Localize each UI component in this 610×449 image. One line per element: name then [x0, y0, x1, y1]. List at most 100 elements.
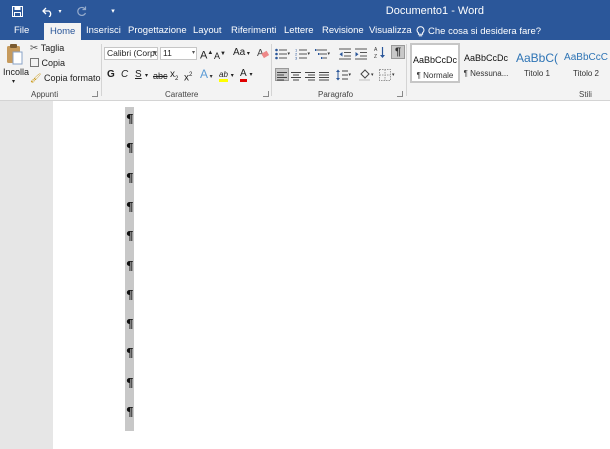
- format-painter-button[interactable]: 🖌 Copia formato: [30, 73, 100, 84]
- increase-indent-icon: [355, 48, 367, 60]
- scissors-icon: ✂: [30, 43, 39, 54]
- svg-text:▾: ▾: [371, 72, 374, 78]
- clear-formatting-button[interactable]: A: [257, 46, 270, 63]
- paste-button[interactable]: [6, 43, 23, 70]
- tab-revisione[interactable]: Revisione: [322, 22, 364, 40]
- copy-button[interactable]: Copia: [30, 58, 65, 68]
- tab-inserisci[interactable]: Inserisci: [86, 22, 121, 40]
- grow-font-button[interactable]: A▲: [200, 47, 213, 62]
- style-name: ¶ Normale: [416, 71, 454, 80]
- show-marks-button[interactable]: ¶: [391, 45, 405, 59]
- copy-icon: [30, 58, 39, 67]
- align-center-icon: [291, 72, 301, 81]
- tab-lettere[interactable]: Lettere: [284, 22, 314, 40]
- font-size-combo[interactable]: 11 ▾: [160, 47, 197, 60]
- paragraph-launcher-icon[interactable]: [397, 91, 403, 97]
- style-sample: AaBbCcC: [564, 52, 608, 63]
- highlight-button[interactable]: ab ▾: [219, 69, 234, 82]
- document-title: Documento1 - Word: [385, 5, 484, 17]
- paragraph-mark: ¶: [126, 258, 134, 273]
- shrink-font-button[interactable]: A▼: [214, 48, 226, 62]
- format-painter-icon: 🖌: [30, 73, 42, 83]
- tab-riferimenti[interactable]: Riferimenti: [231, 22, 276, 40]
- line-spacing-button[interactable]: ▾: [336, 68, 352, 86]
- tab-home[interactable]: Home: [44, 23, 82, 40]
- italic-button[interactable]: C: [121, 69, 128, 81]
- shading-button[interactable]: ▾: [359, 68, 375, 86]
- subscript-icon: 2: [175, 76, 179, 82]
- strikethrough-button[interactable]: abc: [153, 70, 168, 82]
- paragraph-group-label: Paragrafo: [318, 90, 354, 99]
- font-name-combo[interactable]: Calibri (Corpo ▾: [104, 47, 158, 60]
- font-name-value: Calibri (Corpo: [107, 48, 158, 58]
- highlight-label: ab: [219, 70, 228, 82]
- svg-text:A: A: [374, 47, 378, 53]
- document-page[interactable]: [53, 101, 610, 449]
- font-group-label: Carattere: [165, 90, 199, 99]
- change-case-label: Aa: [233, 47, 246, 58]
- clipboard-icon: [7, 44, 23, 65]
- style-heading-1[interactable]: AaBbC( Titolo 1: [512, 43, 562, 83]
- paragraph-mark: ¶: [126, 317, 134, 332]
- align-right-button[interactable]: [304, 69, 316, 87]
- superscript-icon: 2: [189, 72, 193, 78]
- align-left-button[interactable]: [275, 68, 289, 81]
- paragraph-mark: ¶: [126, 375, 134, 390]
- style-name: Titolo 2: [573, 69, 599, 78]
- tab-visualizza[interactable]: Visualizza: [369, 22, 412, 40]
- svg-text:Z: Z: [374, 54, 377, 59]
- style-heading-2[interactable]: AaBbCcC Titolo 2: [562, 43, 610, 83]
- justify-button[interactable]: [318, 69, 330, 87]
- style-name: Titolo 1: [524, 69, 550, 78]
- font-size-value: 11: [163, 48, 172, 58]
- paragraph-mark: ¶: [126, 229, 134, 244]
- numbering-button[interactable]: 1 2 3 ▾: [295, 47, 311, 65]
- bold-button[interactable]: G: [107, 69, 115, 81]
- bullets-button[interactable]: ▾: [275, 47, 291, 65]
- tab-file[interactable]: File: [14, 22, 29, 40]
- word-window: ▾ ▾ Documento1 - Word File Home Inserisc…: [0, 0, 610, 449]
- paragraph-mark: ¶: [126, 170, 134, 185]
- style-normal[interactable]: AaBbCcDc ¶ Normale: [410, 43, 460, 83]
- styles-gallery: AaBbCcDc ¶ Normale AaBbCcDc ¶ Nessuna...…: [410, 43, 610, 83]
- multilevel-list-button[interactable]: ▾: [315, 47, 331, 65]
- clear-formatting-icon: A: [257, 48, 270, 59]
- paint-bucket-icon: ▾: [359, 69, 374, 81]
- underline-button[interactable]: S: [135, 69, 142, 81]
- justify-icon: [319, 72, 329, 81]
- borders-button[interactable]: ▾: [379, 68, 397, 86]
- clipboard-launcher-icon[interactable]: [92, 91, 98, 97]
- copy-label: Copia: [41, 58, 66, 68]
- cut-button[interactable]: ✂ Taglia: [30, 43, 64, 54]
- paragraph-mark: ¶: [126, 346, 134, 361]
- font-color-button[interactable]: A ▾: [240, 68, 252, 82]
- style-no-spacing[interactable]: AaBbCcDc ¶ Nessuna...: [461, 43, 511, 83]
- increase-indent-button[interactable]: [355, 47, 367, 65]
- text-effects-button[interactable]: A ▾: [200, 68, 213, 83]
- multilevel-list-icon: ▾: [315, 49, 331, 59]
- highlight-dropdown-icon: ▾: [230, 73, 234, 79]
- underline-dropdown-icon[interactable]: ▾: [145, 70, 148, 82]
- change-case-button[interactable]: Aa ▾: [233, 47, 250, 60]
- grow-font-icon: ▲: [207, 50, 214, 56]
- paste-dropdown-icon[interactable]: ▾: [12, 78, 15, 85]
- text-effects-dropdown-icon: ▾: [208, 74, 213, 80]
- borders-icon: ▾: [379, 69, 395, 81]
- decrease-indent-button[interactable]: [339, 47, 351, 65]
- sort-button[interactable]: AZ: [374, 46, 386, 64]
- title-bar: ▾ ▾ Documento1 - Word: [0, 0, 610, 22]
- paste-label[interactable]: Incolla: [3, 67, 29, 77]
- align-left-icon: [277, 72, 287, 81]
- tell-me-box[interactable]: Che cosa si desidera fare?: [416, 22, 541, 40]
- svg-text:▾: ▾: [349, 72, 352, 78]
- change-case-dropdown-icon: ▾: [245, 51, 250, 57]
- format-painter-label: Copia formato: [43, 73, 101, 83]
- tab-layout[interactable]: Layout: [193, 22, 222, 40]
- font-launcher-icon[interactable]: [263, 91, 269, 97]
- tab-progettazione[interactable]: Progettazione: [128, 22, 187, 40]
- superscript-button[interactable]: x2: [184, 69, 192, 84]
- svg-text:▾: ▾: [328, 51, 331, 57]
- separator: [101, 44, 102, 96]
- subscript-button[interactable]: x2: [170, 69, 178, 85]
- align-center-button[interactable]: [290, 69, 302, 87]
